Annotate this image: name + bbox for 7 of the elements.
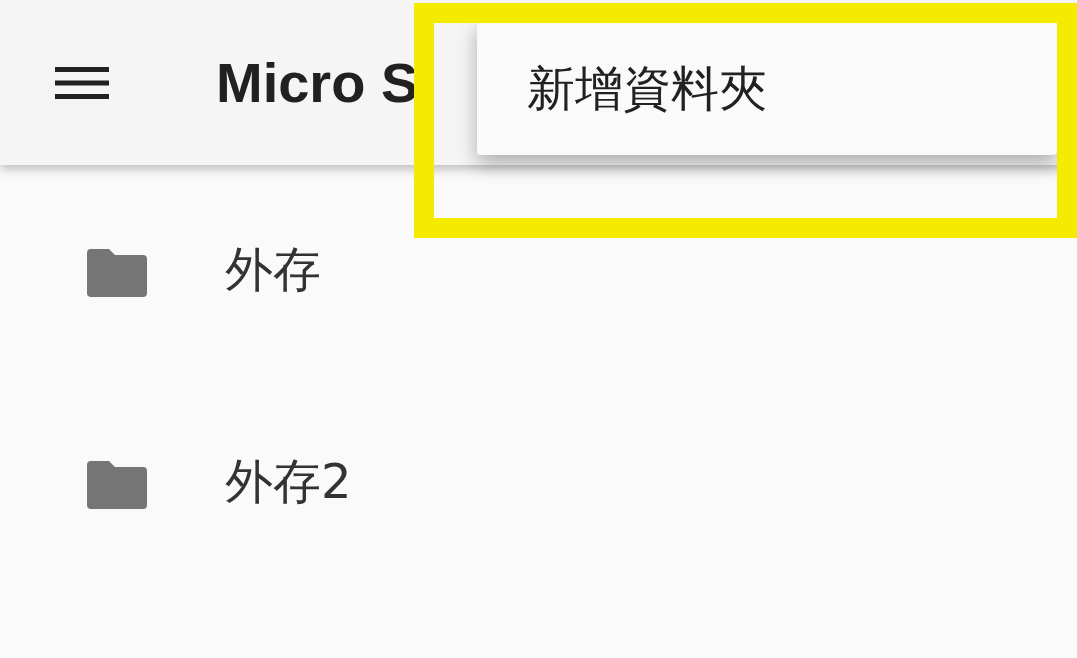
folder-icon	[87, 461, 147, 509]
folder-icon	[87, 249, 147, 297]
app-title: Micro S	[216, 50, 419, 115]
menu-item[interactable]: 新增資料夾	[477, 56, 767, 121]
menu-icon[interactable]	[55, 66, 109, 99]
folder-name[interactable]: 外存	[225, 245, 321, 293]
folder-name[interactable]: 外存2	[225, 457, 352, 505]
